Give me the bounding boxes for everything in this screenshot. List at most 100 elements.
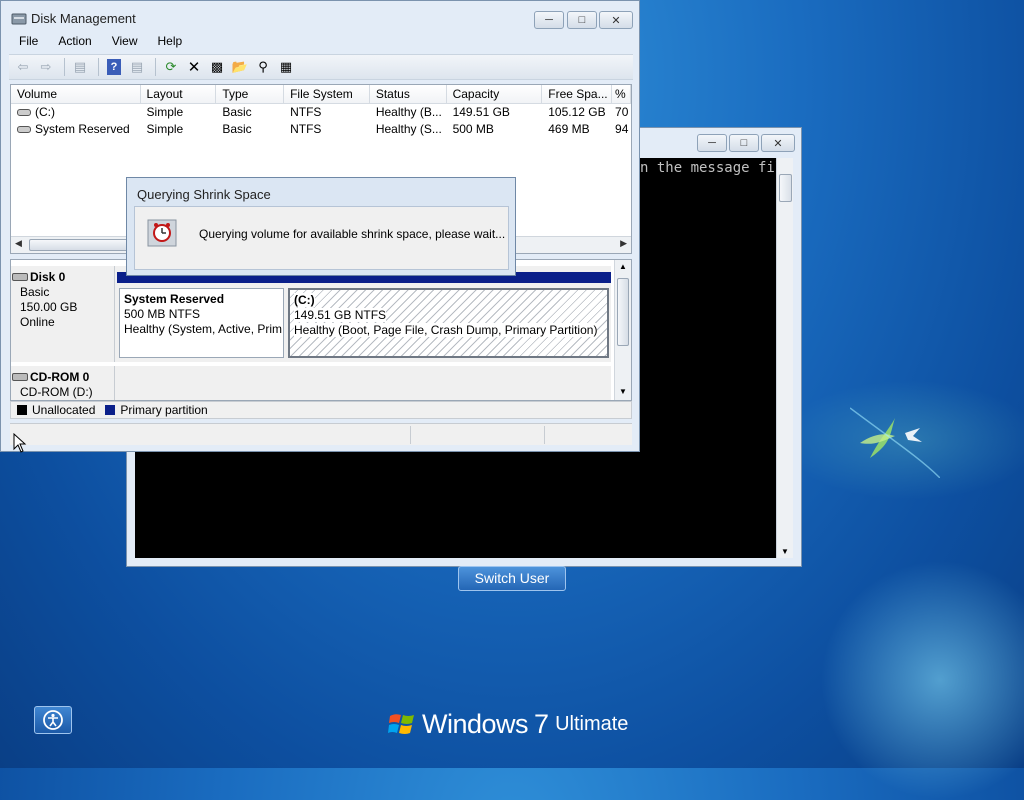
percent-free-cell: 94 — [615, 122, 629, 136]
column-header-percent-free[interactable]: % F — [612, 85, 631, 103]
partition-size: 149.51 GB NTFS — [294, 308, 387, 322]
table-row[interactable]: (C:) Simple Basic NTFS Healthy (B... 149… — [11, 104, 631, 121]
show-pane-icon[interactable]: ▤ — [70, 57, 90, 77]
connect-disk-icon[interactable]: ▩ — [207, 57, 227, 77]
capacity-cell: 149.51 GB — [452, 105, 510, 119]
refresh-icon[interactable]: ⟳ — [161, 57, 181, 77]
fs-cell: NTFS — [290, 122, 322, 136]
type-cell: Basic — [222, 105, 252, 119]
scroll-right-arrow-icon[interactable]: ▶ — [620, 238, 627, 249]
dialog-body: Querying volume for available shrink spa… — [134, 206, 509, 270]
layout-cell: Simple — [146, 122, 184, 136]
minimize-button[interactable]: ─ — [697, 134, 727, 152]
ease-of-access-button[interactable] — [34, 706, 72, 734]
mouse-cursor-icon — [13, 433, 27, 453]
menu-view[interactable]: View — [102, 32, 148, 52]
scroll-down-arrow-icon[interactable]: ▼ — [619, 387, 627, 396]
status-segment — [410, 426, 544, 444]
ease-of-access-icon — [43, 710, 63, 730]
window-title: Disk Management — [31, 11, 136, 26]
rescan-icon[interactable]: ▦ — [276, 57, 296, 77]
percent-free-cell: 70 — [615, 105, 629, 119]
toolbar-separator — [64, 58, 65, 76]
menu-help[interactable]: Help — [148, 32, 193, 52]
partition-system-reserved[interactable]: System Reserved 500 MB NTFS Healthy (Sys… — [119, 288, 284, 358]
explore-icon[interactable]: ⚲ — [253, 57, 273, 77]
scrollbar-thumb[interactable] — [617, 278, 629, 346]
windows-branding: Windows 7 Ultimate — [388, 704, 628, 744]
querying-shrink-space-dialog[interactable]: Querying Shrink Space Querying volume fo… — [126, 177, 516, 276]
fs-cell: NTFS — [290, 105, 322, 119]
status-cell: Healthy (S... — [375, 122, 442, 136]
menu-action[interactable]: Action — [48, 32, 101, 52]
scroll-left-arrow-icon[interactable]: ◀ — [15, 238, 22, 249]
disk-0-partitions: System Reserved 500 MB NTFS Healthy (Sys… — [115, 266, 611, 362]
cd-drive-icon — [12, 373, 28, 381]
disk-info-disk-0[interactable]: Disk 0 Basic 150.00 GB Online — [11, 266, 115, 362]
table-row[interactable]: System Reserved Simple Basic NTFS Health… — [11, 121, 631, 138]
legend-label-unallocated: Unallocated — [32, 403, 96, 417]
help-icon[interactable]: ? — [104, 57, 124, 77]
disk-map-pane[interactable]: Disk 0 Basic 150.00 GB Online System Res… — [10, 259, 632, 401]
column-header-layout[interactable]: Layout — [141, 85, 217, 103]
scroll-up-arrow-icon[interactable]: ▲ — [619, 262, 627, 271]
column-header-type[interactable]: Type — [216, 85, 285, 103]
volume-list-header: Volume Layout Type File System Status Ca… — [11, 85, 631, 104]
forward-icon[interactable]: ⇨ — [36, 57, 56, 77]
partition-status: Healthy (Boot, Page File, Crash Dump, Pr… — [294, 323, 598, 337]
column-header-file-system[interactable]: File System — [284, 85, 370, 103]
vertical-scrollbar[interactable]: ▲ ▼ — [614, 260, 631, 400]
hard-disk-icon — [12, 273, 28, 281]
brand-windows: Windows — [422, 708, 529, 739]
maximize-button[interactable]: □ — [567, 11, 597, 29]
column-header-free-space[interactable]: Free Spa... — [542, 85, 613, 103]
disk-size: 150.00 GB — [20, 300, 78, 314]
disk-state: Online — [20, 315, 55, 329]
menu-file[interactable]: File — [9, 32, 48, 52]
status-cell: Healthy (B... — [375, 105, 442, 119]
delete-icon[interactable]: ✕ — [184, 57, 204, 77]
free-space-cell: 469 MB — [548, 122, 590, 136]
legend-swatch-unallocated — [17, 405, 27, 415]
scrollbar-thumb[interactable] — [779, 174, 792, 202]
column-header-volume[interactable]: Volume — [11, 85, 141, 103]
partition-status: Healthy (System, Active, Prim — [124, 322, 283, 336]
close-button[interactable]: ✕ — [761, 134, 795, 152]
disk-type: Basic — [20, 285, 50, 299]
dialog-message: Querying volume for available shrink spa… — [199, 227, 506, 241]
volume-cell: (C:) — [11, 104, 141, 121]
windows-flag-logo — [388, 714, 414, 734]
cd-rom-0-map — [115, 366, 611, 400]
back-icon[interactable]: ⇦ — [13, 57, 33, 77]
menu-bar: File Action View Help — [9, 32, 633, 52]
vertical-scrollbar[interactable]: ▼ — [776, 158, 793, 558]
disk-info-cd-rom-0[interactable]: CD-ROM 0 CD-ROM (D:) — [11, 366, 115, 400]
column-header-capacity[interactable]: Capacity — [447, 85, 543, 103]
free-space-cell: 105.12 GB — [548, 105, 606, 119]
partition-c[interactable]: (C:) 149.51 GB NTFS Healthy (Boot, Page … — [288, 288, 609, 358]
scroll-down-arrow-icon[interactable]: ▼ — [781, 547, 789, 556]
volume-name: (C:) — [35, 105, 55, 119]
toolbar-separator — [98, 58, 99, 76]
toolbar-separator — [155, 58, 156, 76]
volume-name: System Reserved — [35, 122, 130, 136]
properties-icon[interactable]: ▤ — [127, 57, 147, 77]
minimize-button[interactable]: ─ — [534, 11, 564, 29]
type-cell: Basic — [222, 122, 252, 136]
brand-edition: Ultimate — [555, 712, 629, 735]
scrollbar-thumb[interactable] — [29, 239, 129, 251]
switch-user-button[interactable]: Switch User — [458, 566, 566, 591]
open-icon[interactable]: 📂 — [230, 57, 250, 77]
brand-version: 7 — [534, 708, 550, 739]
partition-title: System Reserved — [124, 292, 225, 306]
dialog-title: Querying Shrink Space — [137, 187, 271, 202]
cdrom-name-row: CD-ROM 0 — [12, 370, 114, 385]
close-button[interactable]: ✕ — [599, 11, 633, 29]
disk-name-row: Disk 0 — [12, 270, 114, 285]
column-header-status[interactable]: Status — [370, 85, 447, 103]
drive-icon — [17, 126, 31, 134]
console-text: n the message fil — [640, 160, 776, 176]
disk-type: CD-ROM (D:) — [20, 385, 93, 399]
wallpaper-glow — [820, 560, 1024, 800]
maximize-button[interactable]: □ — [729, 134, 759, 152]
